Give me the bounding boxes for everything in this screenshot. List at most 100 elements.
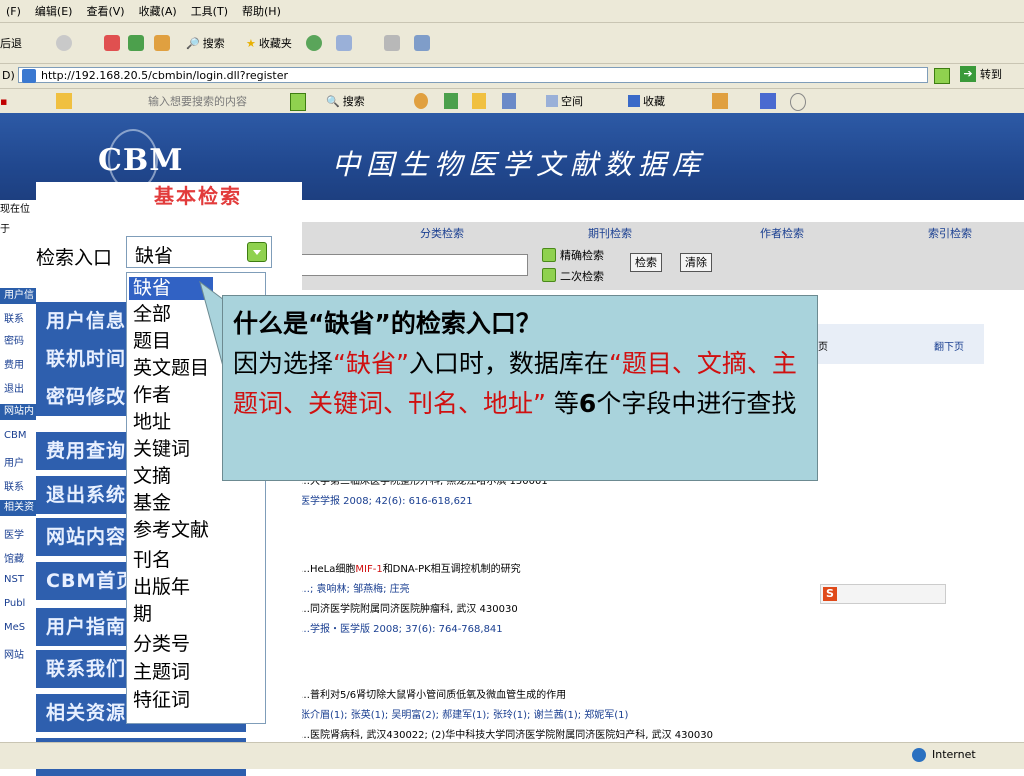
dropdown-arrow-icon[interactable] [247, 242, 267, 262]
search-button[interactable]: 🔎 搜索 [186, 32, 225, 54]
result-source[interactable]: …学报・医学版 2008; 37(6): 764-768,841 [300, 620, 503, 635]
baidu-logo-icon[interactable]: ▪ [0, 93, 7, 109]
sidebar-item[interactable]: 密码 [4, 332, 24, 347]
result-title[interactable]: …HeLa细胞MIF-1和DNA-PK相互调控机制的研究 [300, 560, 521, 575]
result-source[interactable]: 医学学报 2008; 42(6): 616-618,621 [300, 492, 473, 507]
menu-file[interactable]: (F) [6, 5, 21, 18]
dropdown-option[interactable]: 基金 [133, 492, 171, 515]
dropdown-option[interactable]: 关键词 [133, 438, 190, 461]
addon-tool-icon-4[interactable] [502, 93, 516, 109]
url-text: http://192.168.20.5/cbmbin/login.dll?reg… [41, 69, 288, 82]
sidebar-item[interactable]: 医学 [4, 526, 24, 541]
url-dropdown-icon[interactable] [934, 68, 950, 84]
secondary-checkbox[interactable] [542, 268, 556, 282]
dropdown-option[interactable]: 分类号 [133, 633, 190, 656]
print-button[interactable] [384, 32, 400, 54]
sidebar-item[interactable]: NST [4, 574, 24, 585]
addon-bar: ▪ 输入想要搜索的内容 🔍 搜索 空间 收藏 [0, 89, 1024, 114]
dropdown-option[interactable]: 作者 [133, 384, 171, 407]
refresh-button[interactable] [128, 32, 144, 54]
back-label: 后退 [0, 37, 22, 50]
url-field[interactable]: http://192.168.20.5/cbmbin/login.dll?reg… [18, 67, 928, 83]
dropdown-option[interactable]: 参考文献 [133, 519, 209, 542]
clear-button[interactable]: 清除 [680, 253, 712, 272]
go-label: 转到 [980, 68, 1002, 81]
sidebar-item[interactable]: CBM [4, 430, 26, 441]
next-page-link[interactable]: 翻下页 [934, 338, 964, 353]
dropdown-option[interactable]: 出版年 [133, 576, 190, 599]
menu-favorites[interactable]: 收藏(A) [139, 3, 177, 19]
dropdown-option[interactable]: 文摘 [133, 465, 171, 488]
addon-dropdown-icon[interactable] [290, 93, 306, 111]
addon-tool-icon-2[interactable] [444, 93, 458, 109]
addon-search-button[interactable]: 🔍 搜索 [326, 93, 365, 109]
media-button[interactable] [306, 32, 322, 54]
addon-tool-icon-5[interactable] [712, 93, 728, 109]
tab-author[interactable]: 作者检索 [760, 225, 804, 241]
edit-icon [414, 35, 430, 51]
sidebar-item[interactable]: MeS [4, 622, 25, 633]
collect-label: 收藏 [643, 95, 665, 108]
select-value: 缺省 [135, 245, 174, 267]
menu-view[interactable]: 查看(V) [86, 3, 124, 19]
sidebar-item[interactable]: Publ [4, 598, 25, 609]
magnifier-icon: 🔍 [326, 94, 340, 108]
addon-tool-icon-1[interactable] [414, 93, 428, 109]
tab-classification[interactable]: 分类检索 [420, 225, 464, 241]
mail-button[interactable] [336, 32, 352, 54]
sidebar-head-site: 网站内容 [0, 404, 36, 433]
menu-tools[interactable]: 工具(T) [191, 3, 228, 19]
dropdown-option[interactable]: 全部 [133, 303, 171, 326]
pen-icon[interactable] [760, 93, 776, 109]
collect-button[interactable]: 收藏 [628, 93, 665, 109]
sidebar-item[interactable]: 联系 [4, 478, 24, 493]
forward-button[interactable] [56, 32, 72, 54]
dropdown-option[interactable]: 主题词 [133, 661, 190, 684]
sidebar-item[interactable]: 馆藏 [4, 550, 24, 565]
result-authors[interactable]: …; 袁响林; 邹燕梅; 庄亮 [300, 580, 410, 595]
stop-button[interactable] [104, 32, 120, 54]
dropdown-option[interactable]: 地址 [133, 411, 171, 434]
tab-index[interactable]: 索引检索 [928, 225, 972, 241]
search-icon: 🔎 [186, 36, 200, 50]
addon-tool-icon-3[interactable] [472, 93, 486, 109]
cbm-logo: CBM [98, 143, 184, 178]
tab-journal[interactable]: 期刊检索 [588, 225, 632, 241]
callout-text: 个字段中进行查找 [596, 389, 797, 418]
dropdown-option[interactable]: 题目 [133, 330, 171, 353]
media-icon [306, 35, 322, 51]
menu-help[interactable]: 帮助(H) [242, 3, 281, 19]
sidebar-item[interactable]: 联系 [4, 310, 24, 325]
search-submit-button[interactable]: 检索 [630, 253, 662, 272]
exact-checkbox[interactable] [542, 248, 556, 262]
result-authors[interactable]: 张介眉(1); 张英(1); 吴明富(2); 郝建军(1); 张玲(1); 谢兰… [300, 706, 628, 721]
sidebar-item[interactable]: 用户 [4, 454, 24, 469]
menu-edit[interactable]: 编辑(E) [35, 3, 73, 19]
space-button[interactable]: 空间 [546, 93, 583, 109]
ime-toolbar[interactable]: S [820, 584, 946, 604]
addon-search-input[interactable]: 输入想要搜索的内容 [148, 93, 247, 109]
settings-icon[interactable] [790, 93, 806, 111]
result-title-highlight: MIF-1 [355, 564, 383, 575]
dropdown-option[interactable]: 刊名 [133, 549, 171, 572]
result-title[interactable]: …普利对5/6肾切除大鼠肾小管间质低氧及微血管生成的作用 [300, 686, 566, 701]
back-button[interactable]: 后退 [0, 32, 22, 54]
favorites-button[interactable]: ★ 收藏夹 [246, 32, 292, 54]
addon-icon[interactable] [56, 93, 72, 109]
dropdown-option[interactable]: 期 [133, 603, 152, 626]
go-button[interactable]: ➔ 转到 [960, 66, 1002, 82]
sidebar-item[interactable]: 费用 [4, 356, 24, 371]
search-entry-label: 检索入口 [36, 247, 113, 269]
home-button[interactable] [154, 32, 170, 54]
search-input[interactable] [300, 254, 528, 276]
exact-label: 精确检索 [560, 249, 604, 262]
space-label: 空间 [561, 95, 583, 108]
search-entry-select[interactable]: 缺省 [126, 236, 272, 268]
ime-logo-icon: S [823, 587, 837, 601]
dropdown-option[interactable]: 特征词 [133, 689, 190, 712]
secondary-label: 二次检索 [560, 270, 604, 283]
sidebar-item[interactable]: 退出 [4, 380, 24, 395]
star-icon: ★ [246, 36, 256, 50]
sidebar-item[interactable]: 网站 [4, 646, 24, 661]
edit-button[interactable] [414, 32, 430, 54]
